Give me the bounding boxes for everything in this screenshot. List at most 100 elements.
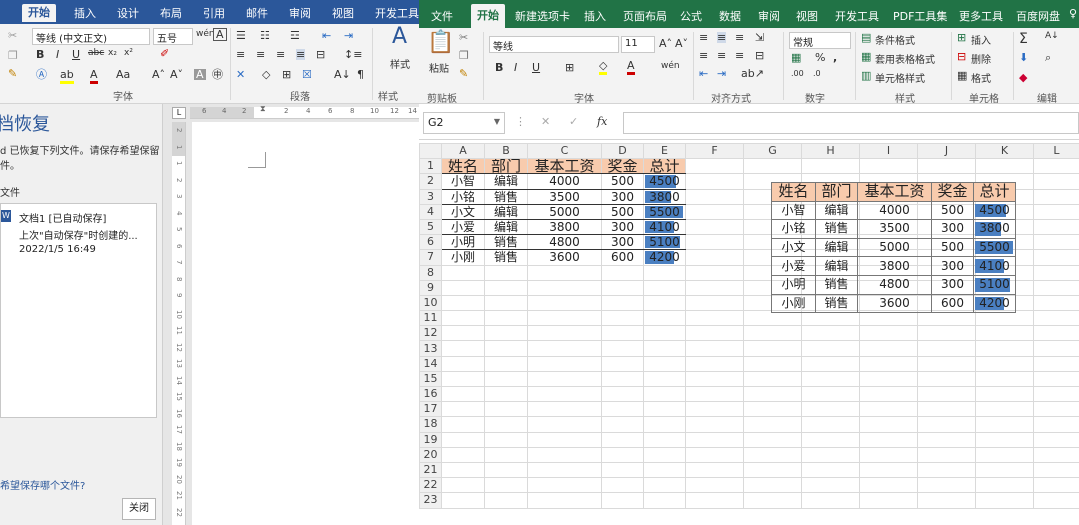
cell[interactable] bbox=[527, 461, 602, 479]
cell[interactable] bbox=[484, 477, 528, 494]
cell[interactable] bbox=[527, 492, 602, 509]
horizontal-ruler[interactable]: 6 4 2 ⧗ 2 4 6 8 10 12 14 bbox=[190, 105, 419, 119]
strikethrough-icon[interactable]: abc bbox=[88, 49, 104, 58]
cell[interactable] bbox=[1033, 203, 1079, 220]
cell[interactable] bbox=[441, 492, 485, 509]
cell[interactable] bbox=[643, 340, 686, 357]
table-cell[interactable]: 600 bbox=[931, 293, 974, 314]
cell[interactable] bbox=[484, 370, 528, 388]
shrink-font-icon[interactable]: A˅ bbox=[675, 38, 688, 49]
cell[interactable] bbox=[859, 401, 918, 418]
cell[interactable] bbox=[643, 446, 686, 463]
cell[interactable] bbox=[685, 477, 744, 494]
sort-filter-icon[interactable]: A↓ bbox=[1045, 32, 1059, 41]
increase-indent-icon[interactable]: ⇥ bbox=[717, 68, 726, 79]
column-header[interactable]: A bbox=[441, 142, 485, 160]
cell[interactable]: 小文 bbox=[441, 203, 485, 220]
format-as-table-button[interactable]: 套用表格格式 bbox=[875, 51, 935, 66]
cell[interactable] bbox=[601, 310, 644, 327]
insert-function-icon[interactable]: fx bbox=[597, 116, 607, 127]
cell[interactable]: 部门 bbox=[484, 158, 528, 175]
italic-icon[interactable]: I bbox=[514, 62, 517, 73]
bold-icon[interactable]: B bbox=[36, 49, 44, 60]
cell[interactable] bbox=[801, 446, 860, 463]
confirm-entry-icon[interactable]: ✓ bbox=[569, 116, 578, 127]
align-center-icon[interactable]: ≡ bbox=[717, 50, 726, 61]
copy-icon[interactable]: ❐ bbox=[459, 50, 469, 61]
text-effect-icon[interactable]: Ⓐ bbox=[36, 69, 47, 80]
cell[interactable] bbox=[685, 234, 744, 251]
find-select-icon[interactable]: ⌕ bbox=[1045, 52, 1051, 63]
conditional-format-button[interactable]: 条件格式 bbox=[875, 32, 915, 47]
cell[interactable]: 编辑 bbox=[484, 203, 528, 220]
cell[interactable] bbox=[601, 416, 644, 433]
cell[interactable]: 3500 bbox=[527, 188, 602, 205]
excel-tab-data[interactable]: 数据 bbox=[719, 8, 741, 24]
cell[interactable] bbox=[975, 401, 1034, 418]
word-font-size[interactable]: 五号 bbox=[153, 28, 193, 45]
cell[interactable] bbox=[685, 446, 744, 463]
cell[interactable] bbox=[917, 385, 976, 403]
cell[interactable]: 小智 bbox=[441, 173, 485, 190]
row-header[interactable]: 7 bbox=[419, 249, 442, 266]
cell[interactable] bbox=[685, 385, 744, 403]
decrease-indent-icon[interactable]: ⇤ bbox=[322, 30, 331, 41]
column-header[interactable]: G bbox=[743, 142, 802, 160]
cell[interactable]: 4000 bbox=[527, 173, 602, 190]
cell[interactable] bbox=[685, 355, 744, 372]
cell[interactable] bbox=[917, 461, 976, 479]
cell-styles-button[interactable]: 单元格样式 bbox=[875, 70, 925, 85]
table-cell[interactable]: 销售 bbox=[815, 274, 858, 295]
cell[interactable] bbox=[484, 461, 528, 479]
cell[interactable] bbox=[975, 385, 1034, 403]
cell[interactable] bbox=[1033, 325, 1079, 342]
copy-icon[interactable]: ❐ bbox=[8, 50, 18, 61]
table-cell[interactable]: 5500 bbox=[973, 237, 1016, 258]
cell[interactable] bbox=[917, 325, 976, 342]
format-cells-icon[interactable]: ▦ bbox=[957, 70, 967, 81]
cell[interactable] bbox=[685, 279, 744, 296]
table-cell[interactable]: 500 bbox=[931, 200, 974, 221]
cell[interactable] bbox=[484, 492, 528, 509]
cancel-entry-icon[interactable]: ✕ bbox=[541, 116, 550, 127]
cell[interactable] bbox=[917, 158, 976, 175]
cell[interactable] bbox=[917, 477, 976, 494]
cell[interactable] bbox=[685, 294, 744, 312]
tab-selector-icon[interactable]: L bbox=[172, 107, 186, 119]
format-as-table-icon[interactable]: ▦ bbox=[861, 51, 871, 62]
column-header[interactable]: B bbox=[484, 142, 528, 160]
cell[interactable] bbox=[441, 401, 485, 418]
increase-decimal-icon[interactable]: .00 bbox=[791, 70, 804, 78]
cell[interactable] bbox=[685, 416, 744, 433]
cell[interactable]: 4500 bbox=[643, 173, 686, 190]
cell[interactable] bbox=[601, 294, 644, 312]
table-cell[interactable]: 300 bbox=[931, 219, 974, 239]
fill-icon[interactable]: ⬇ bbox=[1019, 52, 1028, 63]
cell[interactable] bbox=[527, 340, 602, 357]
justify-icon[interactable]: ≡ bbox=[296, 49, 306, 60]
cell[interactable] bbox=[801, 416, 860, 433]
table-cell[interactable]: 4500 bbox=[973, 200, 1016, 221]
cell[interactable]: 销售 bbox=[484, 234, 528, 251]
merge-center-icon[interactable]: ⊟ bbox=[755, 50, 764, 61]
cell[interactable] bbox=[527, 325, 602, 342]
cell[interactable] bbox=[601, 492, 644, 509]
cell[interactable] bbox=[484, 294, 528, 312]
formula-input[interactable] bbox=[623, 112, 1079, 134]
column-header[interactable]: H bbox=[801, 142, 860, 160]
row-header[interactable]: 23 bbox=[419, 492, 442, 509]
pasted-table[interactable]: 姓名 部门 基本工资 奖金 总计 小智 编辑 4000 500 4500 小铭 销售 3500 300 38… bbox=[771, 182, 1016, 314]
cell[interactable] bbox=[527, 279, 602, 296]
cell[interactable] bbox=[975, 416, 1034, 433]
cell[interactable]: 300 bbox=[601, 234, 644, 251]
cell[interactable] bbox=[484, 340, 528, 357]
word-tab-mailings[interactable]: 邮件 bbox=[246, 5, 268, 21]
cell[interactable] bbox=[685, 249, 744, 266]
cell[interactable] bbox=[1033, 310, 1079, 327]
cell[interactable]: 4100 bbox=[643, 218, 686, 236]
cell[interactable] bbox=[1033, 249, 1079, 266]
cell[interactable]: 基本工资 bbox=[527, 158, 602, 175]
cell[interactable] bbox=[743, 158, 802, 175]
delete-cells-button[interactable]: 删除 bbox=[971, 51, 991, 66]
orientation-icon[interactable]: ab↗ bbox=[741, 68, 764, 79]
